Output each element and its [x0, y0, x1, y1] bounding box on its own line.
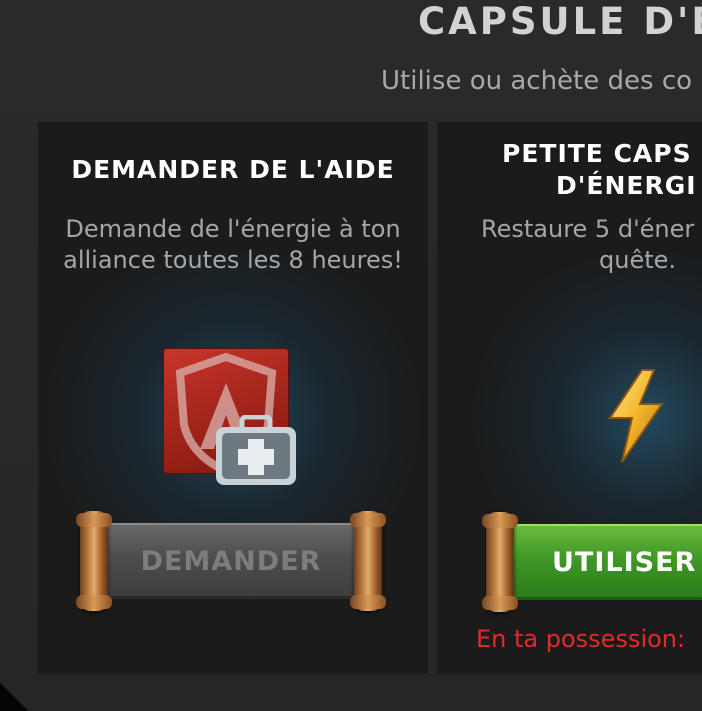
- ask-help-button-label: DEMANDER: [98, 523, 364, 599]
- card-title-line: PETITE CAPS: [502, 139, 692, 168]
- use-button[interactable]: UTILISER: [482, 512, 702, 612]
- use-button-label: UTILISER: [504, 524, 702, 600]
- owned-count-label: En ta possession:: [476, 625, 686, 653]
- card-description-line: quête.: [599, 246, 677, 274]
- button-cap: [482, 512, 518, 612]
- button-cap: [350, 511, 386, 611]
- medkit-icon: [216, 415, 296, 485]
- button-cap: [76, 511, 112, 611]
- alliance-help-icon: [164, 349, 298, 485]
- lightning-bolt-icon: [608, 369, 664, 463]
- card-description-line: Demande de l'énergie à ton: [65, 215, 401, 243]
- card-description: Restaure 5 d'éner quête.: [437, 214, 702, 276]
- card-title: PETITE CAPS D'ÉNERGI: [447, 138, 702, 202]
- dialog-subtitle: Utilise ou achète des co: [381, 66, 693, 96]
- dialog-title: CAPSULE D'É: [418, 0, 702, 43]
- card-description: Demande de l'énergie à ton alliance tout…: [38, 214, 428, 276]
- card-title: DEMANDER DE L'AIDE: [71, 155, 395, 184]
- card-description-line: alliance toutes les 8 heures!: [63, 246, 403, 274]
- card-description-line: Restaure 5 d'éner: [481, 215, 695, 243]
- card-title-line: D'ÉNERGI: [556, 171, 697, 200]
- ask-help-button[interactable]: DEMANDER: [76, 511, 386, 611]
